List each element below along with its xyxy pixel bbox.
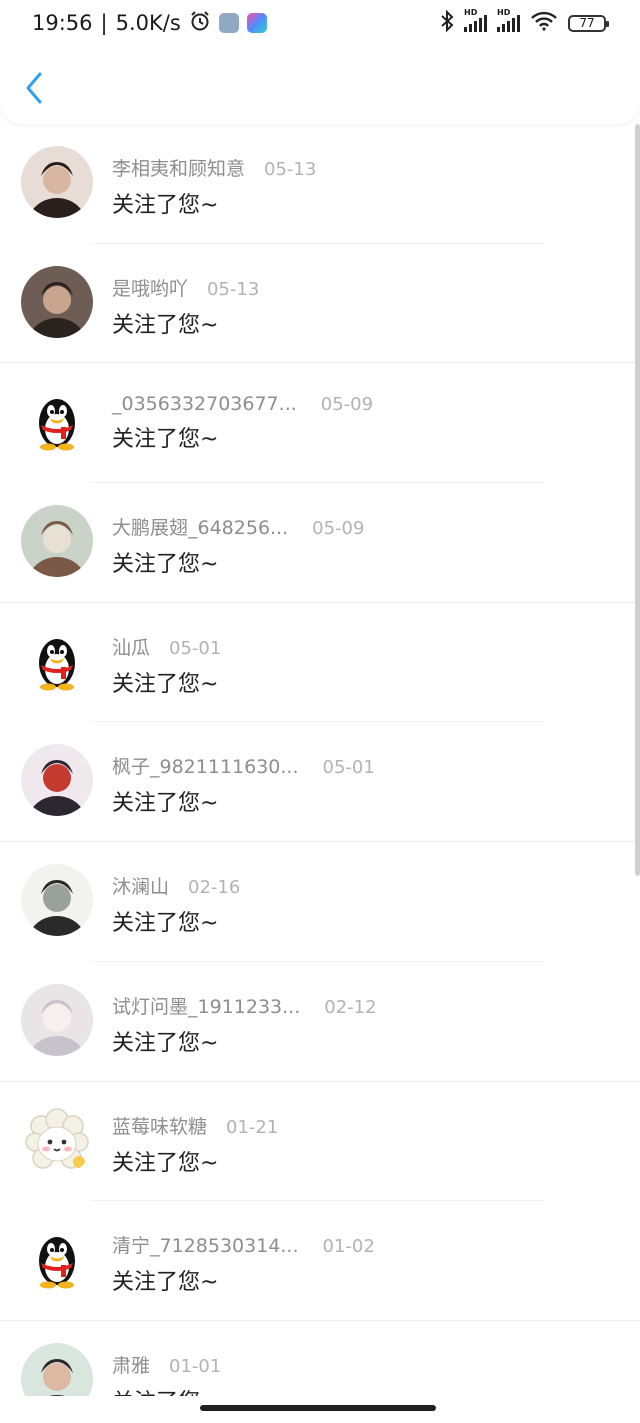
list-item[interactable]: 蓝莓味软糖 01-21 关注了您~	[0, 1082, 640, 1202]
avatar[interactable]	[21, 1342, 93, 1396]
list-item[interactable]: 试灯问墨_1911233... 02-12 关注了您~	[0, 962, 640, 1082]
wifi-icon	[530, 11, 558, 36]
follow-message: 关注了您~	[112, 1384, 221, 1396]
item-text: 李相夷和顾知意 05-13 关注了您~	[112, 154, 316, 219]
signal-icon: HD	[497, 8, 520, 32]
list-item[interactable]: 是哦哟吖 05-13 关注了您~	[0, 244, 640, 364]
item-meta: _0356332703677... 05-09	[112, 393, 373, 415]
item-meta: 是哦哟吖 05-13	[112, 274, 259, 301]
follow-message: 关注了您~	[112, 671, 219, 697]
item-meta: 枫子_9821111630... 05-01	[112, 752, 375, 779]
qq-penguin-avatar[interactable]	[21, 385, 93, 458]
list-item[interactable]: 枫子_9821111630... 05-01 关注了您~	[0, 722, 640, 843]
follow-message: 关注了您~	[112, 1030, 219, 1056]
status-bar: 19:56 | 5.0K/s HD HD 77	[0, 0, 640, 46]
avatar[interactable]	[21, 146, 93, 218]
app-notification-icon	[246, 13, 267, 33]
list-item[interactable]: 李相夷和顾知意 05-13 关注了您~	[0, 124, 640, 244]
list-item[interactable]: 清宁_7128530314... 01-02 关注了您~	[0, 1201, 640, 1321]
chevron-left-icon	[26, 72, 42, 104]
avatar[interactable]	[21, 265, 93, 338]
timestamp: 05-09	[312, 518, 365, 540]
item-meta: 清宁_7128530314... 01-02	[112, 1231, 375, 1258]
avatar[interactable]	[21, 744, 93, 817]
item-text: 沐澜山 02-16 关注了您~	[112, 872, 240, 937]
avatar[interactable]	[21, 983, 93, 1056]
username[interactable]: 蓝莓味软糖	[112, 1112, 207, 1139]
qq-penguin-avatar[interactable]	[21, 1223, 93, 1296]
username[interactable]: 汕瓜	[112, 633, 150, 660]
list-item[interactable]: _0356332703677... 05-09 关注了您~	[0, 363, 640, 484]
follow-message: 关注了您~	[112, 312, 219, 338]
item-meta: 肃雅 01-01	[112, 1351, 221, 1378]
timestamp: 05-01	[322, 757, 375, 779]
username[interactable]: 李相夷和顾知意	[112, 154, 245, 181]
alarm-icon	[189, 10, 211, 37]
item-text: 汕瓜 05-01 关注了您~	[112, 633, 221, 698]
username[interactable]: 是哦哟吖	[112, 274, 188, 301]
status-left: 19:56 | 5.0K/s	[32, 10, 267, 37]
item-text: 肃雅 01-01 关注了您~	[112, 1351, 221, 1396]
timestamp: 01-02	[322, 1236, 375, 1258]
battery-icon: 77	[568, 14, 609, 32]
list-item[interactable]: 肃雅 01-01 关注了您~	[0, 1321, 640, 1396]
timestamp: 05-09	[320, 394, 374, 416]
username[interactable]: 肃雅	[112, 1351, 150, 1378]
item-meta: 大鹏展翅_648256... 05-09	[112, 513, 364, 540]
list-item[interactable]: 汕瓜 05-01 关注了您~	[0, 603, 640, 723]
item-text: 枫子_9821111630... 05-01 关注了您~	[112, 752, 375, 817]
avatar[interactable]	[21, 864, 93, 937]
item-text: 清宁_7128530314... 01-02 关注了您~	[112, 1231, 375, 1296]
item-text: 蓝莓味软糖 01-21 关注了您~	[112, 1112, 278, 1177]
status-right: HD HD 77	[440, 8, 609, 37]
app-notification-icon	[218, 13, 239, 33]
timestamp: 01-21	[226, 1116, 279, 1138]
username[interactable]: 试灯问墨_1911233...	[112, 992, 300, 1019]
follow-message: 关注了您~	[112, 1150, 219, 1176]
timestamp: 02-16	[188, 877, 241, 899]
home-indicator[interactable]	[200, 1405, 436, 1411]
timestamp: 05-13	[207, 278, 260, 300]
network-speed: 5.0K/s	[115, 11, 181, 35]
username[interactable]: 大鹏展翅_648256...	[112, 513, 288, 540]
username[interactable]: 沐澜山	[112, 872, 169, 899]
scrollbar[interactable]	[635, 124, 640, 876]
item-text: _0356332703677... 05-09 关注了您~	[112, 393, 373, 453]
follower-notification-list: 李相夷和顾知意 05-13 关注了您~ 是哦哟吖 05-13 关注了您~ _03…	[0, 124, 640, 1396]
item-meta: 李相夷和顾知意 05-13	[112, 154, 316, 181]
username[interactable]: _0356332703677...	[112, 393, 297, 415]
item-meta: 汕瓜 05-01	[112, 633, 221, 660]
timestamp: 05-13	[264, 159, 317, 180]
list-item[interactable]: 大鹏展翅_648256... 05-09 关注了您~	[0, 483, 640, 603]
follow-message: 关注了您~	[112, 427, 219, 453]
item-meta: 沐澜山 02-16	[112, 872, 240, 899]
item-text: 是哦哟吖 05-13 关注了您~	[112, 274, 259, 339]
signal-icon: HD	[464, 8, 487, 32]
timestamp: 02-12	[324, 996, 377, 1018]
follow-message: 关注了您~	[112, 193, 219, 218]
follow-message: 关注了您~	[112, 1270, 219, 1296]
qq-penguin-avatar[interactable]	[21, 624, 93, 697]
sheep-avatar[interactable]	[21, 1103, 93, 1176]
nav-header	[0, 46, 640, 124]
item-text: 大鹏展翅_648256... 05-09 关注了您~	[112, 513, 364, 578]
follow-message: 关注了您~	[112, 791, 219, 817]
item-meta: 蓝莓味软糖 01-21	[112, 1112, 278, 1139]
item-meta: 试灯问墨_1911233... 02-12	[112, 992, 377, 1019]
avatar[interactable]	[21, 505, 93, 578]
timestamp: 01-01	[169, 1355, 222, 1377]
follow-message: 关注了您~	[112, 911, 219, 937]
username[interactable]: 清宁_7128530314...	[112, 1231, 299, 1258]
timestamp: 05-01	[169, 637, 222, 659]
bluetooth-icon	[440, 9, 454, 37]
item-text: 试灯问墨_1911233... 02-12 关注了您~	[112, 992, 377, 1057]
clock: 19:56	[32, 11, 93, 35]
back-button[interactable]	[22, 70, 46, 106]
follow-message: 关注了您~	[112, 552, 219, 578]
username[interactable]: 枫子_9821111630...	[112, 752, 299, 779]
list-item[interactable]: 沐澜山 02-16 关注了您~	[0, 842, 640, 962]
